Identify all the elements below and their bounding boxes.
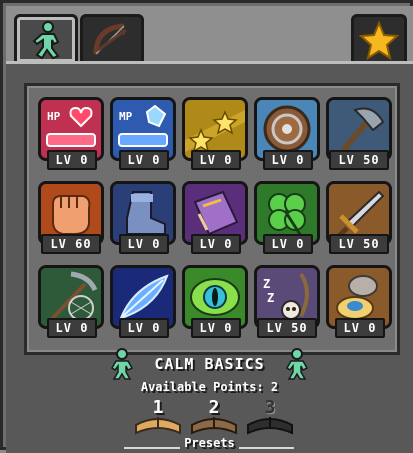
svg-text:Z: Z bbox=[263, 277, 270, 291]
skill-level: LV 50 bbox=[329, 234, 389, 254]
figure-icon bbox=[285, 348, 308, 380]
skill-level: LV 0 bbox=[119, 318, 169, 338]
skill-slot-hp[interactable]: HP LV 0 bbox=[35, 94, 104, 170]
tab-bar bbox=[6, 6, 413, 62]
skill-slot-shield[interactable]: LV 0 bbox=[251, 94, 320, 170]
preset-title: CALM BASICS bbox=[154, 355, 265, 373]
skill-slot-stars[interactable]: LV 0 bbox=[179, 94, 248, 170]
tab-bow[interactable] bbox=[80, 14, 144, 62]
figure-icon bbox=[111, 348, 134, 380]
preset-2-button[interactable]: 2 bbox=[188, 397, 240, 437]
skill-slot-fist[interactable]: LV 60 bbox=[35, 178, 104, 254]
svg-text:MP: MP bbox=[119, 110, 133, 123]
preset-number: 3 bbox=[264, 397, 276, 418]
skill-level: LV 0 bbox=[47, 150, 97, 170]
svg-text:Z: Z bbox=[267, 291, 274, 305]
skill-slot-feather[interactable]: LV 0 bbox=[107, 262, 176, 338]
skill-slot-sleep-skull[interactable]: Z Z LV 50 bbox=[251, 262, 320, 338]
skill-slot-pickaxe-net[interactable]: LV 0 bbox=[35, 262, 104, 338]
tab-favorites[interactable] bbox=[351, 14, 407, 62]
skill-level: LV 0 bbox=[191, 318, 241, 338]
preset-1-button[interactable]: 1 bbox=[132, 397, 184, 437]
skill-slot-clover[interactable]: LV 0 bbox=[251, 178, 320, 254]
skill-level: LV 0 bbox=[263, 150, 313, 170]
presets-label: Presets bbox=[6, 436, 413, 450]
skill-slot-axe[interactable]: LV 50 bbox=[323, 94, 392, 170]
skill-slot-boot[interactable]: LV 0 bbox=[107, 178, 176, 254]
skill-level: LV 60 bbox=[41, 234, 101, 254]
skill-level: LV 0 bbox=[47, 318, 97, 338]
tab-skills[interactable] bbox=[14, 14, 78, 62]
preset-number: 2 bbox=[208, 397, 220, 418]
preset-title-row: CALM BASICS bbox=[6, 347, 413, 381]
svg-text:HP: HP bbox=[47, 110, 61, 123]
skill-slot-spellbook[interactable]: LV 0 bbox=[179, 178, 248, 254]
skill-slot-eye[interactable]: LV 0 bbox=[179, 262, 248, 338]
figure-icon bbox=[32, 20, 60, 59]
bow-icon bbox=[93, 23, 127, 55]
star-icon bbox=[359, 19, 399, 60]
available-points-value: 2 bbox=[270, 380, 279, 394]
skill-slot-rock-egg[interactable]: LV 0 bbox=[323, 262, 392, 338]
skill-level: LV 0 bbox=[263, 234, 313, 254]
skills-window: HP LV 0 MP LV 0 LV 0 LV 0 LV 50 LV 60 LV… bbox=[0, 0, 413, 453]
skill-level: LV 0 bbox=[191, 234, 241, 254]
skill-level: LV 0 bbox=[119, 234, 169, 254]
skill-level: LV 50 bbox=[329, 150, 389, 170]
skills-panel: HP LV 0 MP LV 0 LV 0 LV 0 LV 50 LV 60 LV… bbox=[6, 61, 413, 453]
skill-grid: HP LV 0 MP LV 0 LV 0 LV 0 LV 50 LV 60 LV… bbox=[24, 83, 400, 355]
available-points-label: Available Points: bbox=[140, 380, 264, 394]
available-points: Available Points: 2 bbox=[6, 380, 413, 394]
preset-3-button[interactable]: 3 bbox=[244, 397, 296, 437]
skill-slot-mp[interactable]: MP LV 0 bbox=[107, 94, 176, 170]
preset-number: 1 bbox=[152, 397, 164, 418]
skill-level: LV 0 bbox=[191, 150, 241, 170]
skill-level: LV 0 bbox=[119, 150, 169, 170]
skill-level: LV 50 bbox=[257, 318, 317, 338]
skill-level: LV 0 bbox=[335, 318, 385, 338]
skill-slot-sword[interactable]: LV 50 bbox=[323, 178, 392, 254]
